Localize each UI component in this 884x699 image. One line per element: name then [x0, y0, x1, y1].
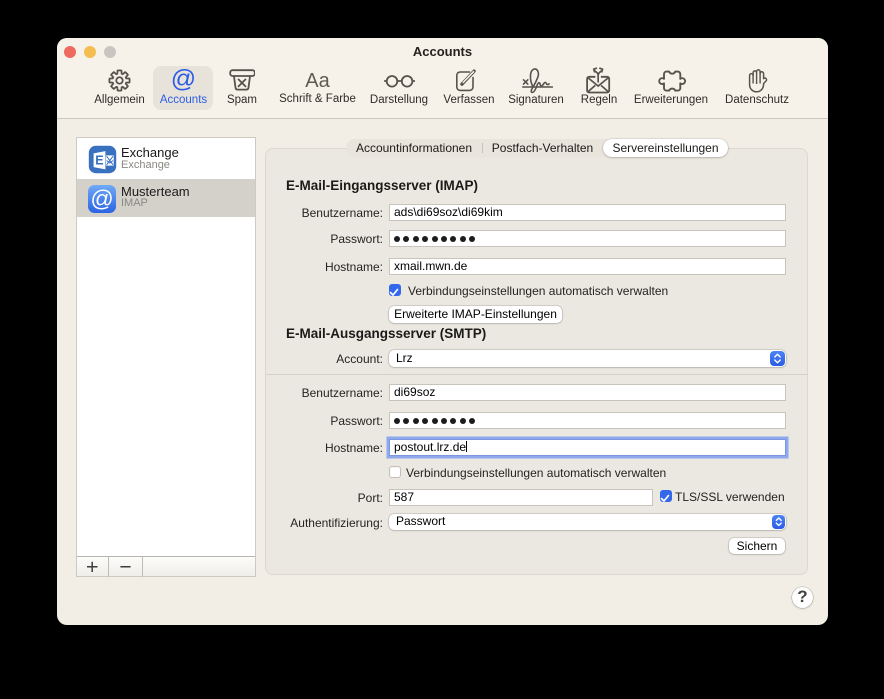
svg-text:E: E	[95, 153, 103, 167]
svg-text:@: @	[90, 186, 113, 212]
